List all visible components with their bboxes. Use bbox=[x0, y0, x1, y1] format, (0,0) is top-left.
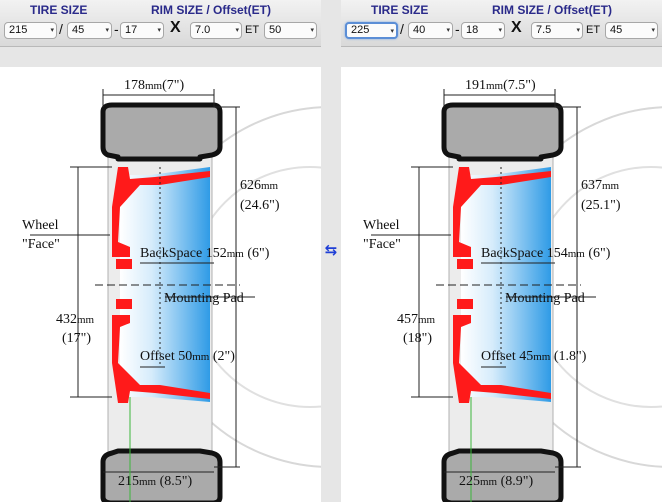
gray-band bbox=[0, 47, 321, 67]
gray-band bbox=[341, 47, 662, 67]
bottom-width-label: 215mm (8.5") bbox=[118, 474, 193, 489]
overall-diameter-inches: (25.1") bbox=[581, 198, 621, 213]
overall-diameter-label: 626mm bbox=[240, 178, 279, 193]
overall-diameter-label: 637mm bbox=[581, 178, 620, 193]
aspect-ratio-select[interactable]: 40 ▾ bbox=[408, 22, 453, 39]
rim-size-header: RIM SIZE / Offset(ET) bbox=[151, 3, 271, 17]
chevron-down-icon: ▾ bbox=[157, 27, 161, 34]
face-label: "Face" bbox=[22, 237, 60, 252]
tire-width-value: 225 bbox=[351, 24, 370, 36]
wheel-diagram: 191mm(7.5") 637mm (25.1") Wheel "Face" B… bbox=[363, 78, 662, 502]
hub-red bbox=[457, 259, 473, 269]
aspect-ratio-value: 45 bbox=[72, 24, 85, 36]
wheel-label: Wheel bbox=[363, 218, 400, 233]
wheel-diagram: 178mm(7") 626mm (24.6") Wheel "Face" Bac… bbox=[22, 78, 321, 502]
rim-width-select[interactable]: 7.5 ▾ bbox=[531, 22, 583, 39]
slash-separator: / bbox=[59, 21, 63, 37]
rim-diameter-select[interactable]: 17 ▾ bbox=[120, 22, 164, 39]
top-width-label: 191mm(7.5") bbox=[465, 78, 536, 93]
offset-et-select[interactable]: 45 ▾ bbox=[605, 22, 658, 39]
rim-diameter-value: 17 bbox=[125, 24, 138, 36]
tire-size-header: TIRE SIZE bbox=[30, 3, 88, 17]
backspace-label: BackSpace 154mm (6") bbox=[481, 246, 611, 261]
dash-separator: - bbox=[455, 21, 460, 37]
hub-red bbox=[116, 259, 132, 269]
aspect-ratio-select[interactable]: 45 ▾ bbox=[67, 22, 112, 39]
top-width-label: 178mm(7") bbox=[124, 78, 185, 93]
chevron-down-icon: ▾ bbox=[446, 27, 450, 34]
rim-width-select[interactable]: 7.0 ▾ bbox=[190, 22, 242, 39]
wheel-label: Wheel bbox=[22, 218, 59, 233]
size-toolbar: TIRE SIZE RIM SIZE / Offset(ET) 225 ▾ / 4… bbox=[341, 0, 662, 47]
tire-width-select[interactable]: 215 ▾ bbox=[4, 22, 57, 39]
dash-separator: - bbox=[114, 21, 119, 37]
overall-diameter-inches: (24.6") bbox=[240, 198, 280, 213]
left-tire-panel: TIRE SIZE RIM SIZE / Offset(ET) 215 ▾ / 4… bbox=[0, 0, 321, 502]
mounting-pad-label: Mounting Pad bbox=[505, 291, 585, 306]
face-label: "Face" bbox=[363, 237, 401, 252]
tire-width-value: 215 bbox=[9, 24, 28, 36]
hub-red bbox=[116, 299, 132, 309]
swap-arrows-icon[interactable]: ⇆ bbox=[322, 241, 340, 259]
size-toolbar: TIRE SIZE RIM SIZE / Offset(ET) 215 ▾ / 4… bbox=[0, 0, 321, 47]
x-separator: X bbox=[511, 19, 522, 36]
offset-et-value: 45 bbox=[610, 24, 623, 36]
chevron-down-icon: ▾ bbox=[498, 27, 502, 34]
et-label: ET bbox=[245, 24, 260, 36]
offset-label: Offset 45mm (1.8") bbox=[481, 349, 587, 364]
chevron-down-icon: ▾ bbox=[651, 27, 655, 34]
offset-et-value: 50 bbox=[269, 24, 282, 36]
chevron-down-icon: ▾ bbox=[235, 27, 239, 34]
hub-red bbox=[457, 299, 473, 309]
tire-width-select[interactable]: 225 ▾ bbox=[345, 22, 398, 39]
chevron-down-icon: ▾ bbox=[50, 27, 54, 34]
rim-diameter-value: 18 bbox=[466, 24, 479, 36]
rim-width-value: 7.0 bbox=[195, 24, 211, 36]
chevron-down-icon: ▾ bbox=[310, 27, 314, 34]
rim-width-value: 7.5 bbox=[536, 24, 552, 36]
bottom-width-label: 225mm (8.9") bbox=[459, 474, 534, 489]
offset-label: Offset 50mm (2") bbox=[140, 349, 235, 364]
et-label: ET bbox=[586, 24, 601, 36]
offset-et-select[interactable]: 50 ▾ bbox=[264, 22, 317, 39]
tire-tread-top bbox=[441, 102, 564, 162]
rim-size-header: RIM SIZE / Offset(ET) bbox=[492, 3, 612, 17]
slash-separator: / bbox=[400, 21, 404, 37]
chevron-down-icon: ▾ bbox=[105, 27, 109, 34]
rim-diameter-label: 457mm bbox=[397, 312, 436, 327]
chevron-down-icon: ▾ bbox=[576, 27, 580, 34]
rim-diameter-select[interactable]: 18 ▾ bbox=[461, 22, 505, 39]
right-tire-panel: TIRE SIZE RIM SIZE / Offset(ET) 225 ▾ / 4… bbox=[341, 0, 662, 502]
chevron-down-icon: ▾ bbox=[390, 28, 394, 35]
rim-diameter-inches: (18") bbox=[403, 331, 432, 346]
rim-diameter-inches: (17") bbox=[62, 331, 91, 346]
x-separator: X bbox=[170, 19, 181, 36]
mounting-pad-label: Mounting Pad bbox=[164, 291, 244, 306]
tire-tread-top bbox=[100, 102, 223, 162]
rim-diameter-label: 432mm bbox=[56, 312, 95, 327]
aspect-ratio-value: 40 bbox=[413, 24, 426, 36]
backspace-label: BackSpace 152mm (6") bbox=[140, 246, 270, 261]
tire-size-header: TIRE SIZE bbox=[371, 3, 429, 17]
